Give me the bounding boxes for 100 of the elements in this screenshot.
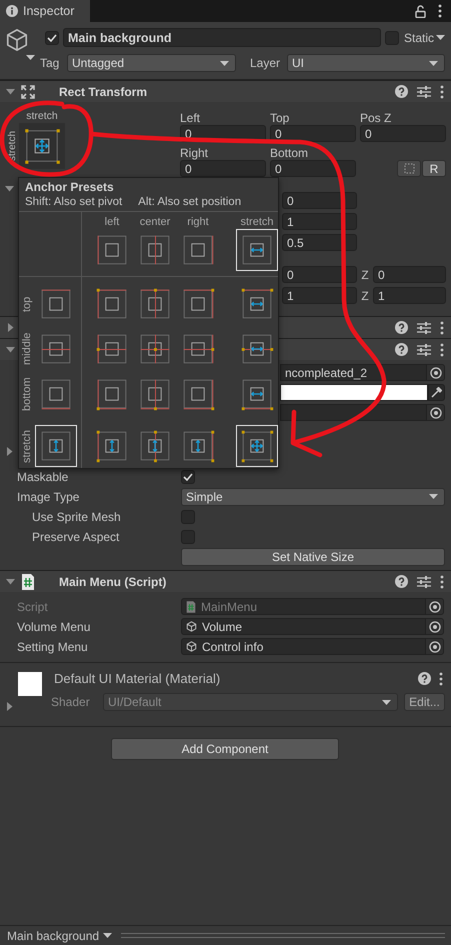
more-icon[interactable] [440,342,444,356]
field-label: Use Sprite Mesh [31,510,122,524]
static-label[interactable]: Static [404,30,434,44]
anchor-preset-button[interactable] [236,229,278,271]
object-field: MainMenu [181,598,444,615]
checkbox[interactable] [181,530,195,544]
check-icon [183,473,193,481]
object-field[interactable]: ncompleated_2 [280,364,445,381]
number-field[interactable]: 0 [360,125,446,142]
number-field[interactable]: 1 [373,287,446,304]
selection-dropdown[interactable]: Main background [7,928,112,942]
anchor-horizontal-label: stretch [26,110,58,123]
number-field[interactable]: 1 [282,287,357,304]
field-label: Layer [250,56,282,70]
material-preview [18,672,42,696]
foldout-arrow-icon[interactable] [6,345,15,354]
field-label: Right [180,147,210,160]
caret-icon [26,55,35,60]
help-icon[interactable] [395,343,408,356]
field-label: Setting Menu [16,640,89,654]
help-icon[interactable] [395,321,408,334]
object-field[interactable] [280,404,445,421]
target-icon[interactable] [428,620,440,632]
foldout-arrow-icon[interactable] [5,184,14,193]
number-field[interactable]: 1 [282,213,357,230]
edit-button[interactable]: Edit... [404,693,445,711]
field-label: Image Type [16,490,80,504]
field-label: Preserve Aspect [31,530,120,544]
help-icon[interactable] [395,85,408,98]
object-field[interactable]: Volume [181,618,444,635]
axis-label: Z [360,268,370,282]
caret-icon [103,933,112,938]
info-icon [6,5,18,17]
number-field[interactable]: 0 [270,160,356,177]
row-label: top [21,295,34,314]
hint-text: Alt: Also set position [138,195,242,209]
foldout-arrow-icon[interactable] [5,446,14,456]
checkbox[interactable] [181,510,195,524]
target-icon[interactable] [428,640,440,652]
color-field[interactable] [280,384,428,401]
raw-edit-button[interactable]: R [422,160,446,177]
caret-icon [382,700,391,704]
caret-icon [429,60,438,66]
target-icon[interactable] [430,406,442,418]
checkbox[interactable] [384,30,399,44]
axis-label: Z [360,288,370,302]
sliders-icon[interactable] [417,86,431,98]
sliders-icon[interactable] [417,322,431,334]
checkbox[interactable] [181,470,195,484]
tag-dropdown[interactable]: Untagged [67,54,236,72]
field-label: Shader [51,695,91,709]
field-label: Pos Z [360,112,392,125]
hint-text: Shift: Also set pivot [25,195,122,209]
help-icon[interactable] [418,672,431,685]
number-field[interactable]: 0.5 [282,234,357,251]
help-icon[interactable] [395,575,408,588]
blueprint-button[interactable] [397,160,421,177]
column-label: center [140,215,170,229]
anchor-preset-button[interactable] [19,123,65,169]
anchor-preset-button[interactable] [236,425,278,467]
number-field[interactable]: 0 [282,266,357,283]
anchor-preset-button[interactable] [35,425,77,467]
foldout-arrow-icon[interactable] [6,577,15,586]
more-icon[interactable] [440,574,444,588]
number-field[interactable]: 0 [282,192,357,209]
splitter-handle[interactable] [121,933,445,938]
more-icon[interactable] [440,84,444,98]
object-field[interactable]: Control info [181,638,444,655]
inspector-tab[interactable]: Inspector [0,0,90,22]
caret-icon [429,494,438,499]
column-label: stretch [240,215,274,229]
component-title: Rect Transform [59,84,148,98]
target-icon[interactable] [430,366,442,378]
foldout-arrow-icon[interactable] [6,87,15,96]
more-icon[interactable] [438,4,442,18]
checkbox[interactable] [45,30,59,44]
check-icon [47,34,57,42]
cube-icon [186,621,197,632]
foldout-arrow-icon[interactable] [5,702,14,711]
layer-dropdown[interactable]: UI [287,54,445,72]
lock-icon[interactable] [415,4,426,18]
material-title: Default UI Material (Material) [54,671,220,686]
name-field[interactable]: Main background [63,28,381,47]
eyedropper-button[interactable] [428,384,445,401]
column-label: right [187,215,209,229]
field-label: Tag [40,56,60,70]
number-field[interactable]: 0 [373,266,446,283]
dotted-square-icon [404,163,414,174]
sliders-icon[interactable] [417,344,431,356]
field-label: Script [16,600,49,614]
sliders-icon[interactable] [417,576,431,588]
number-field[interactable]: 0 [180,160,266,177]
add-component-button[interactable]: Add Component [111,738,339,760]
set-native-size-button[interactable]: Set Native Size [181,548,445,566]
image-type-dropdown[interactable]: Simple [181,488,445,506]
foldout-arrow-icon[interactable] [6,323,15,332]
number-field[interactable]: 0 [270,125,356,142]
more-icon[interactable] [439,672,443,686]
row-label: bottom [21,376,34,413]
more-icon[interactable] [440,320,444,334]
